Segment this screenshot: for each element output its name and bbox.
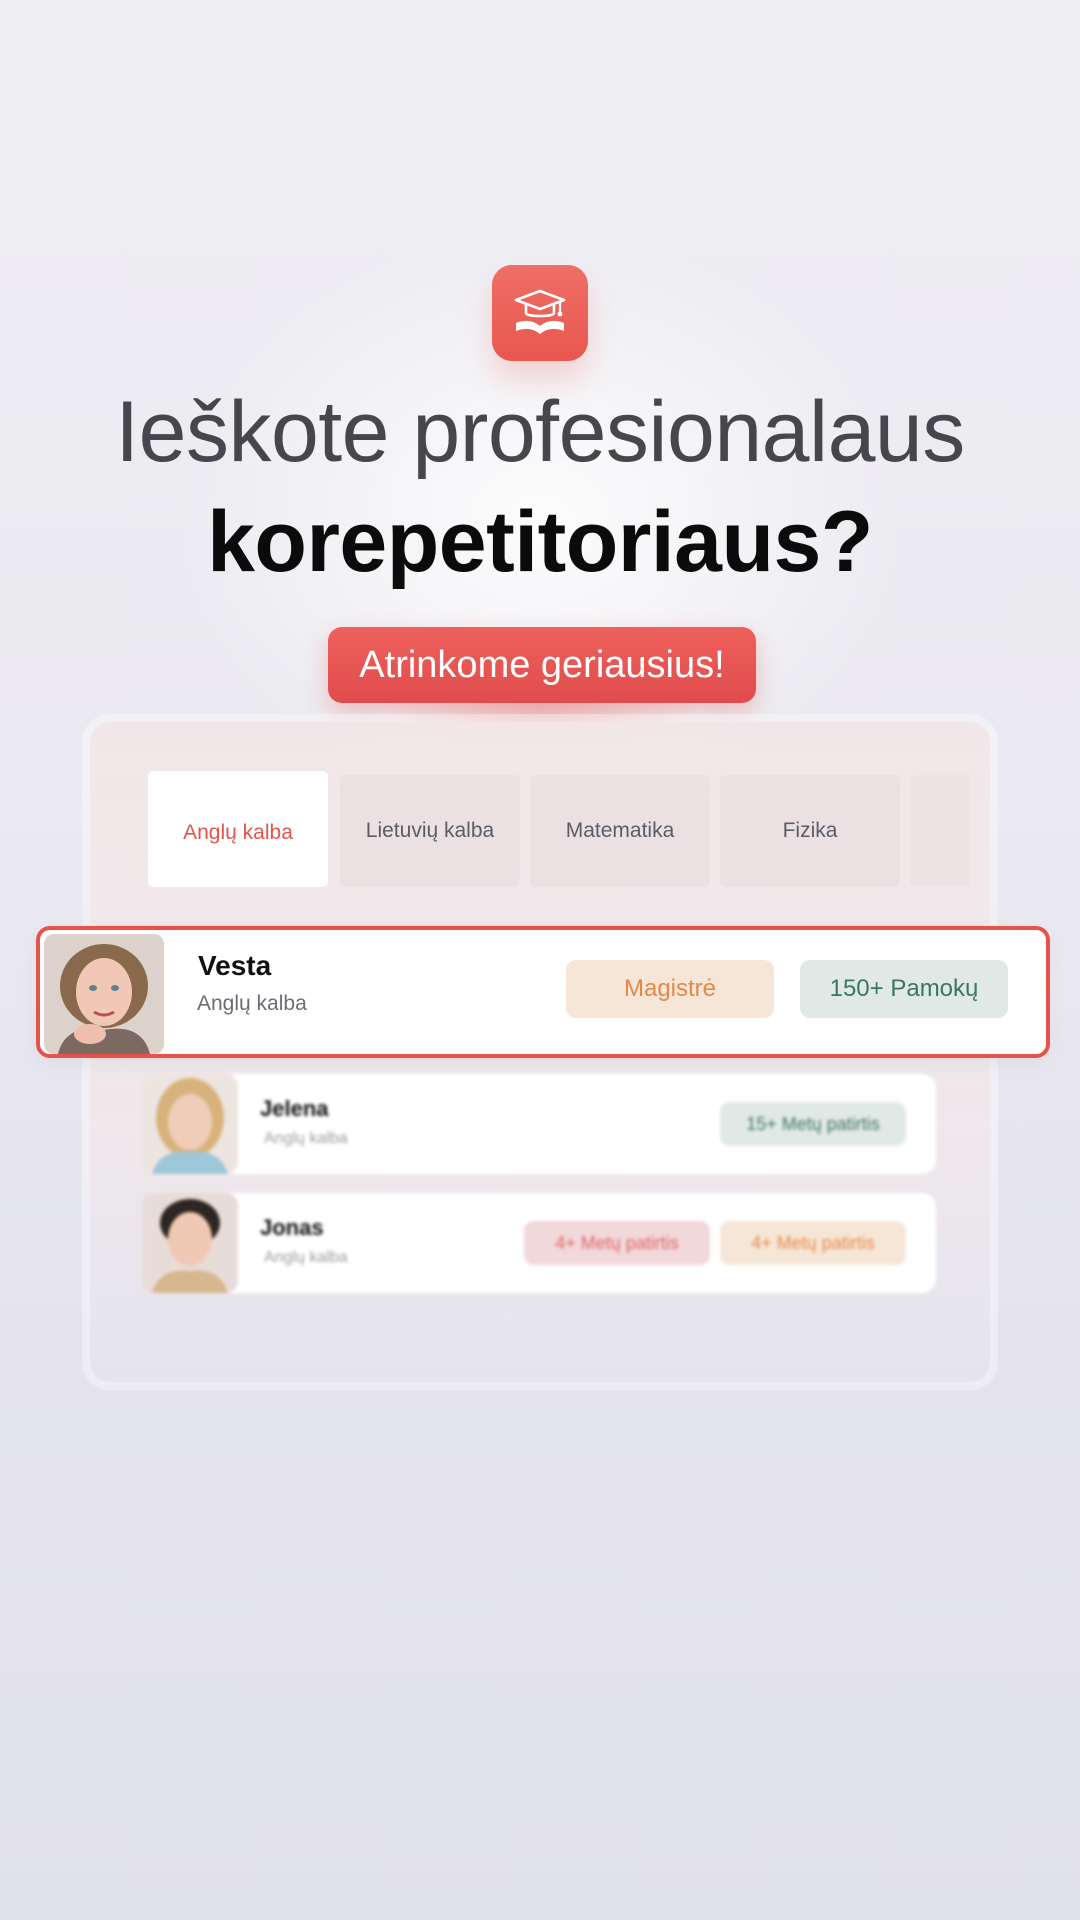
tab-lietuviu-kalba[interactable]: Lietuvių kalba — [340, 775, 520, 887]
headline-line-2: korepetitoriaus? — [207, 494, 873, 590]
tab-anglu-kalba[interactable]: Anglų kalba — [148, 771, 328, 887]
tutor-name: Jelena — [260, 1096, 329, 1121]
cta-button[interactable]: Atrinkome geriausius! — [328, 627, 756, 703]
tutor-subject: Anglų kalba — [197, 992, 307, 1015]
tab-fizika[interactable]: Fizika — [720, 775, 900, 887]
tutor-card[interactable]: Jonas Anglų kalba 4+ Metų patirtis 4+ Me… — [142, 1193, 936, 1293]
graduation-cap-book-icon — [492, 265, 588, 361]
lessons-badge: 150+ Pamokų — [800, 960, 1008, 1018]
degree-badge: Magistrė — [566, 960, 774, 1018]
tutor-subject: Anglų kalba — [264, 1130, 348, 1147]
avatar — [142, 1074, 238, 1174]
tutor-card-featured[interactable]: Vesta Anglų kalba Magistrė 150+ Pamokų — [36, 926, 1050, 1058]
tab-matematika[interactable]: Matematika — [530, 775, 710, 887]
experience-badge: 4+ Metų patirtis — [720, 1221, 906, 1265]
tab-partial[interactable]: Vo — [910, 775, 970, 887]
subject-tabs: Anglų kalba Lietuvių kalba Matematika Fi… — [148, 771, 970, 889]
tutor-name: Jonas — [260, 1215, 324, 1240]
tutor-subject: Anglų kalba — [264, 1249, 348, 1266]
experience-badge: 15+ Metų patirtis — [720, 1102, 906, 1146]
experience-badge: 4+ Metų patirtis — [524, 1221, 710, 1265]
tutor-card[interactable]: Jelena Anglų kalba 15+ Metų patirtis — [142, 1074, 936, 1174]
avatar — [142, 1193, 238, 1293]
tutor-name: Vesta — [198, 950, 272, 981]
headline-line-1: Ieškote profesionalaus — [115, 384, 965, 480]
avatar — [44, 934, 164, 1054]
